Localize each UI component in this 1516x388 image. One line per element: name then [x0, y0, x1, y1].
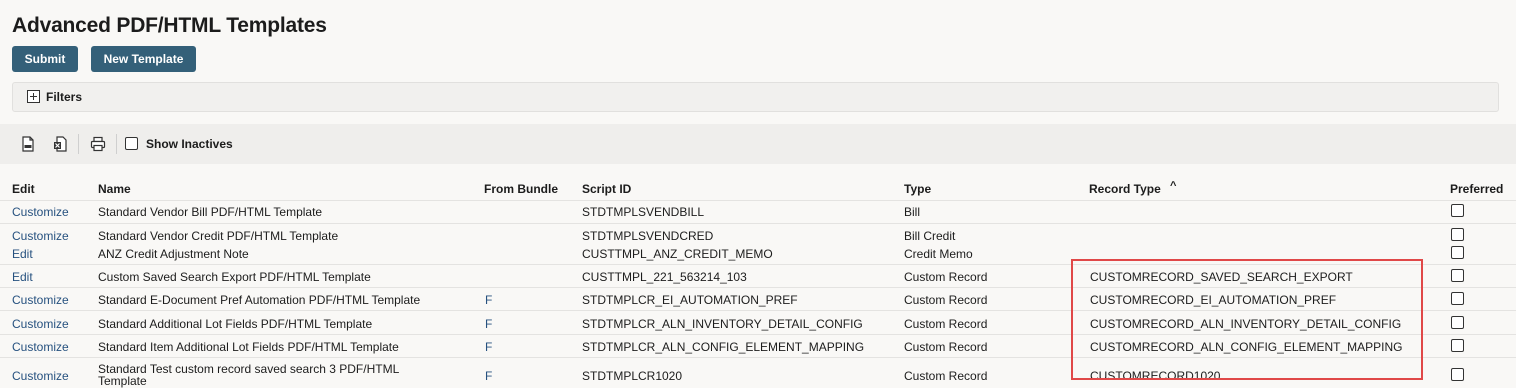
edit-link[interactable]: Edit	[12, 247, 33, 261]
column-header-script-id[interactable]: Script ID	[582, 182, 631, 196]
row-divider	[0, 334, 1516, 335]
toolbar-divider	[116, 134, 117, 154]
script-id: STDTMPLCR_EI_AUTOMATION_PREF	[582, 293, 798, 307]
custom-record-type: CUSTOMRECORD1020	[1090, 369, 1221, 383]
toolbar-divider	[78, 134, 79, 154]
template-name: Standard Test custom record saved search…	[98, 362, 399, 388]
row-divider	[0, 357, 1516, 358]
filters-label: Filters	[46, 90, 83, 104]
column-header-record-type[interactable]: Record Type	[1089, 182, 1161, 196]
from-bundle-link[interactable]: F	[485, 293, 492, 307]
export-csv-icon[interactable]	[20, 136, 36, 152]
row-divider	[0, 264, 1516, 265]
customize-link[interactable]: Customize	[12, 340, 69, 354]
template-name: Custom Saved Search Export PDF/HTML Temp…	[98, 270, 371, 284]
edit-link[interactable]: Edit	[12, 270, 33, 284]
filters-panel[interactable]: Filters	[12, 82, 1499, 112]
column-header-edit[interactable]: Edit	[12, 182, 35, 196]
record-type-label: Bill	[904, 205, 921, 219]
preferred-checkbox[interactable]	[1451, 368, 1464, 381]
script-id: STDTMPLCR_ALN_CONFIG_ELEMENT_MAPPING	[582, 340, 865, 354]
sort-ascending-icon[interactable]: ^	[1170, 180, 1176, 192]
column-header-name[interactable]: Name	[98, 182, 131, 196]
customize-link[interactable]: Customize	[12, 229, 69, 243]
template-name: Standard Additional Lot Fields PDF/HTML …	[98, 317, 373, 331]
custom-record-type: CUSTOMRECORD_ALN_CONFIG_ELEMENT_MAPPING	[1090, 340, 1403, 354]
print-icon[interactable]	[90, 136, 106, 152]
record-type-label: Custom Record	[904, 317, 988, 331]
show-inactives-checkbox[interactable]	[125, 137, 138, 150]
expand-plus-icon[interactable]	[27, 90, 40, 103]
template-name: Standard E-Document Pref Automation PDF/…	[98, 293, 421, 307]
row-divider	[0, 200, 1516, 201]
script-id: STDTMPLCR1020	[582, 369, 683, 383]
template-name: Standard Vendor Credit PDF/HTML Template	[98, 229, 339, 243]
custom-record-type: CUSTOMRECORD_EI_AUTOMATION_PREF	[1090, 293, 1337, 307]
customize-link[interactable]: Customize	[12, 293, 69, 307]
preferred-checkbox[interactable]	[1451, 316, 1464, 329]
customize-link[interactable]: Customize	[12, 205, 69, 219]
template-name: Standard Item Additional Lot Fields PDF/…	[98, 340, 399, 354]
column-header-from-bundle[interactable]: From Bundle	[484, 182, 558, 196]
preferred-checkbox[interactable]	[1451, 339, 1464, 352]
preferred-checkbox[interactable]	[1451, 228, 1464, 241]
record-type-label: Bill Credit	[904, 229, 956, 243]
list-toolbar: Show Inactives	[0, 124, 1516, 164]
row-divider	[0, 223, 1516, 224]
from-bundle-link[interactable]: F	[485, 340, 492, 354]
custom-record-type: CUSTOMRECORD_SAVED_SEARCH_EXPORT	[1090, 270, 1353, 284]
submit-button[interactable]: Submit	[12, 46, 78, 72]
script-id: STDTMPLCR_ALN_INVENTORY_DETAIL_CONFIG	[582, 317, 863, 331]
from-bundle-link[interactable]: F	[485, 369, 492, 383]
script-id: CUSTTMPL_ANZ_CREDIT_MEMO	[582, 247, 773, 261]
column-header-preferred[interactable]: Preferred	[1450, 182, 1503, 196]
template-name: ANZ Credit Adjustment Note	[98, 247, 249, 261]
page-title: Advanced PDF/HTML Templates	[12, 14, 327, 37]
preferred-checkbox[interactable]	[1451, 204, 1464, 217]
preferred-checkbox[interactable]	[1451, 292, 1464, 305]
preferred-checkbox[interactable]	[1451, 246, 1464, 259]
template-name: Standard Vendor Bill PDF/HTML Template	[98, 205, 323, 219]
column-header-type[interactable]: Type	[904, 182, 931, 196]
custom-record-type: CUSTOMRECORD_ALN_INVENTORY_DETAIL_CONFIG	[1090, 317, 1402, 331]
export-excel-icon[interactable]	[52, 136, 68, 152]
preferred-checkbox[interactable]	[1451, 269, 1464, 282]
record-type-label: Custom Record	[904, 293, 988, 307]
script-id: CUSTTMPL_221_563214_103	[582, 270, 747, 284]
script-id: STDTMPLSVENDBILL	[582, 205, 705, 219]
show-inactives-label: Show Inactives	[146, 137, 233, 151]
record-type-label: Custom Record	[904, 369, 988, 383]
script-id: STDTMPLSVENDCRED	[582, 229, 714, 243]
customize-link[interactable]: Customize	[12, 369, 69, 383]
customize-link[interactable]: Customize	[12, 317, 69, 331]
row-divider	[0, 287, 1516, 288]
row-divider	[0, 310, 1516, 311]
new-template-button[interactable]: New Template	[91, 46, 196, 72]
record-type-label: Credit Memo	[904, 247, 973, 261]
from-bundle-link[interactable]: F	[485, 317, 492, 331]
record-type-label: Custom Record	[904, 340, 988, 354]
record-type-label: Custom Record	[904, 270, 988, 284]
